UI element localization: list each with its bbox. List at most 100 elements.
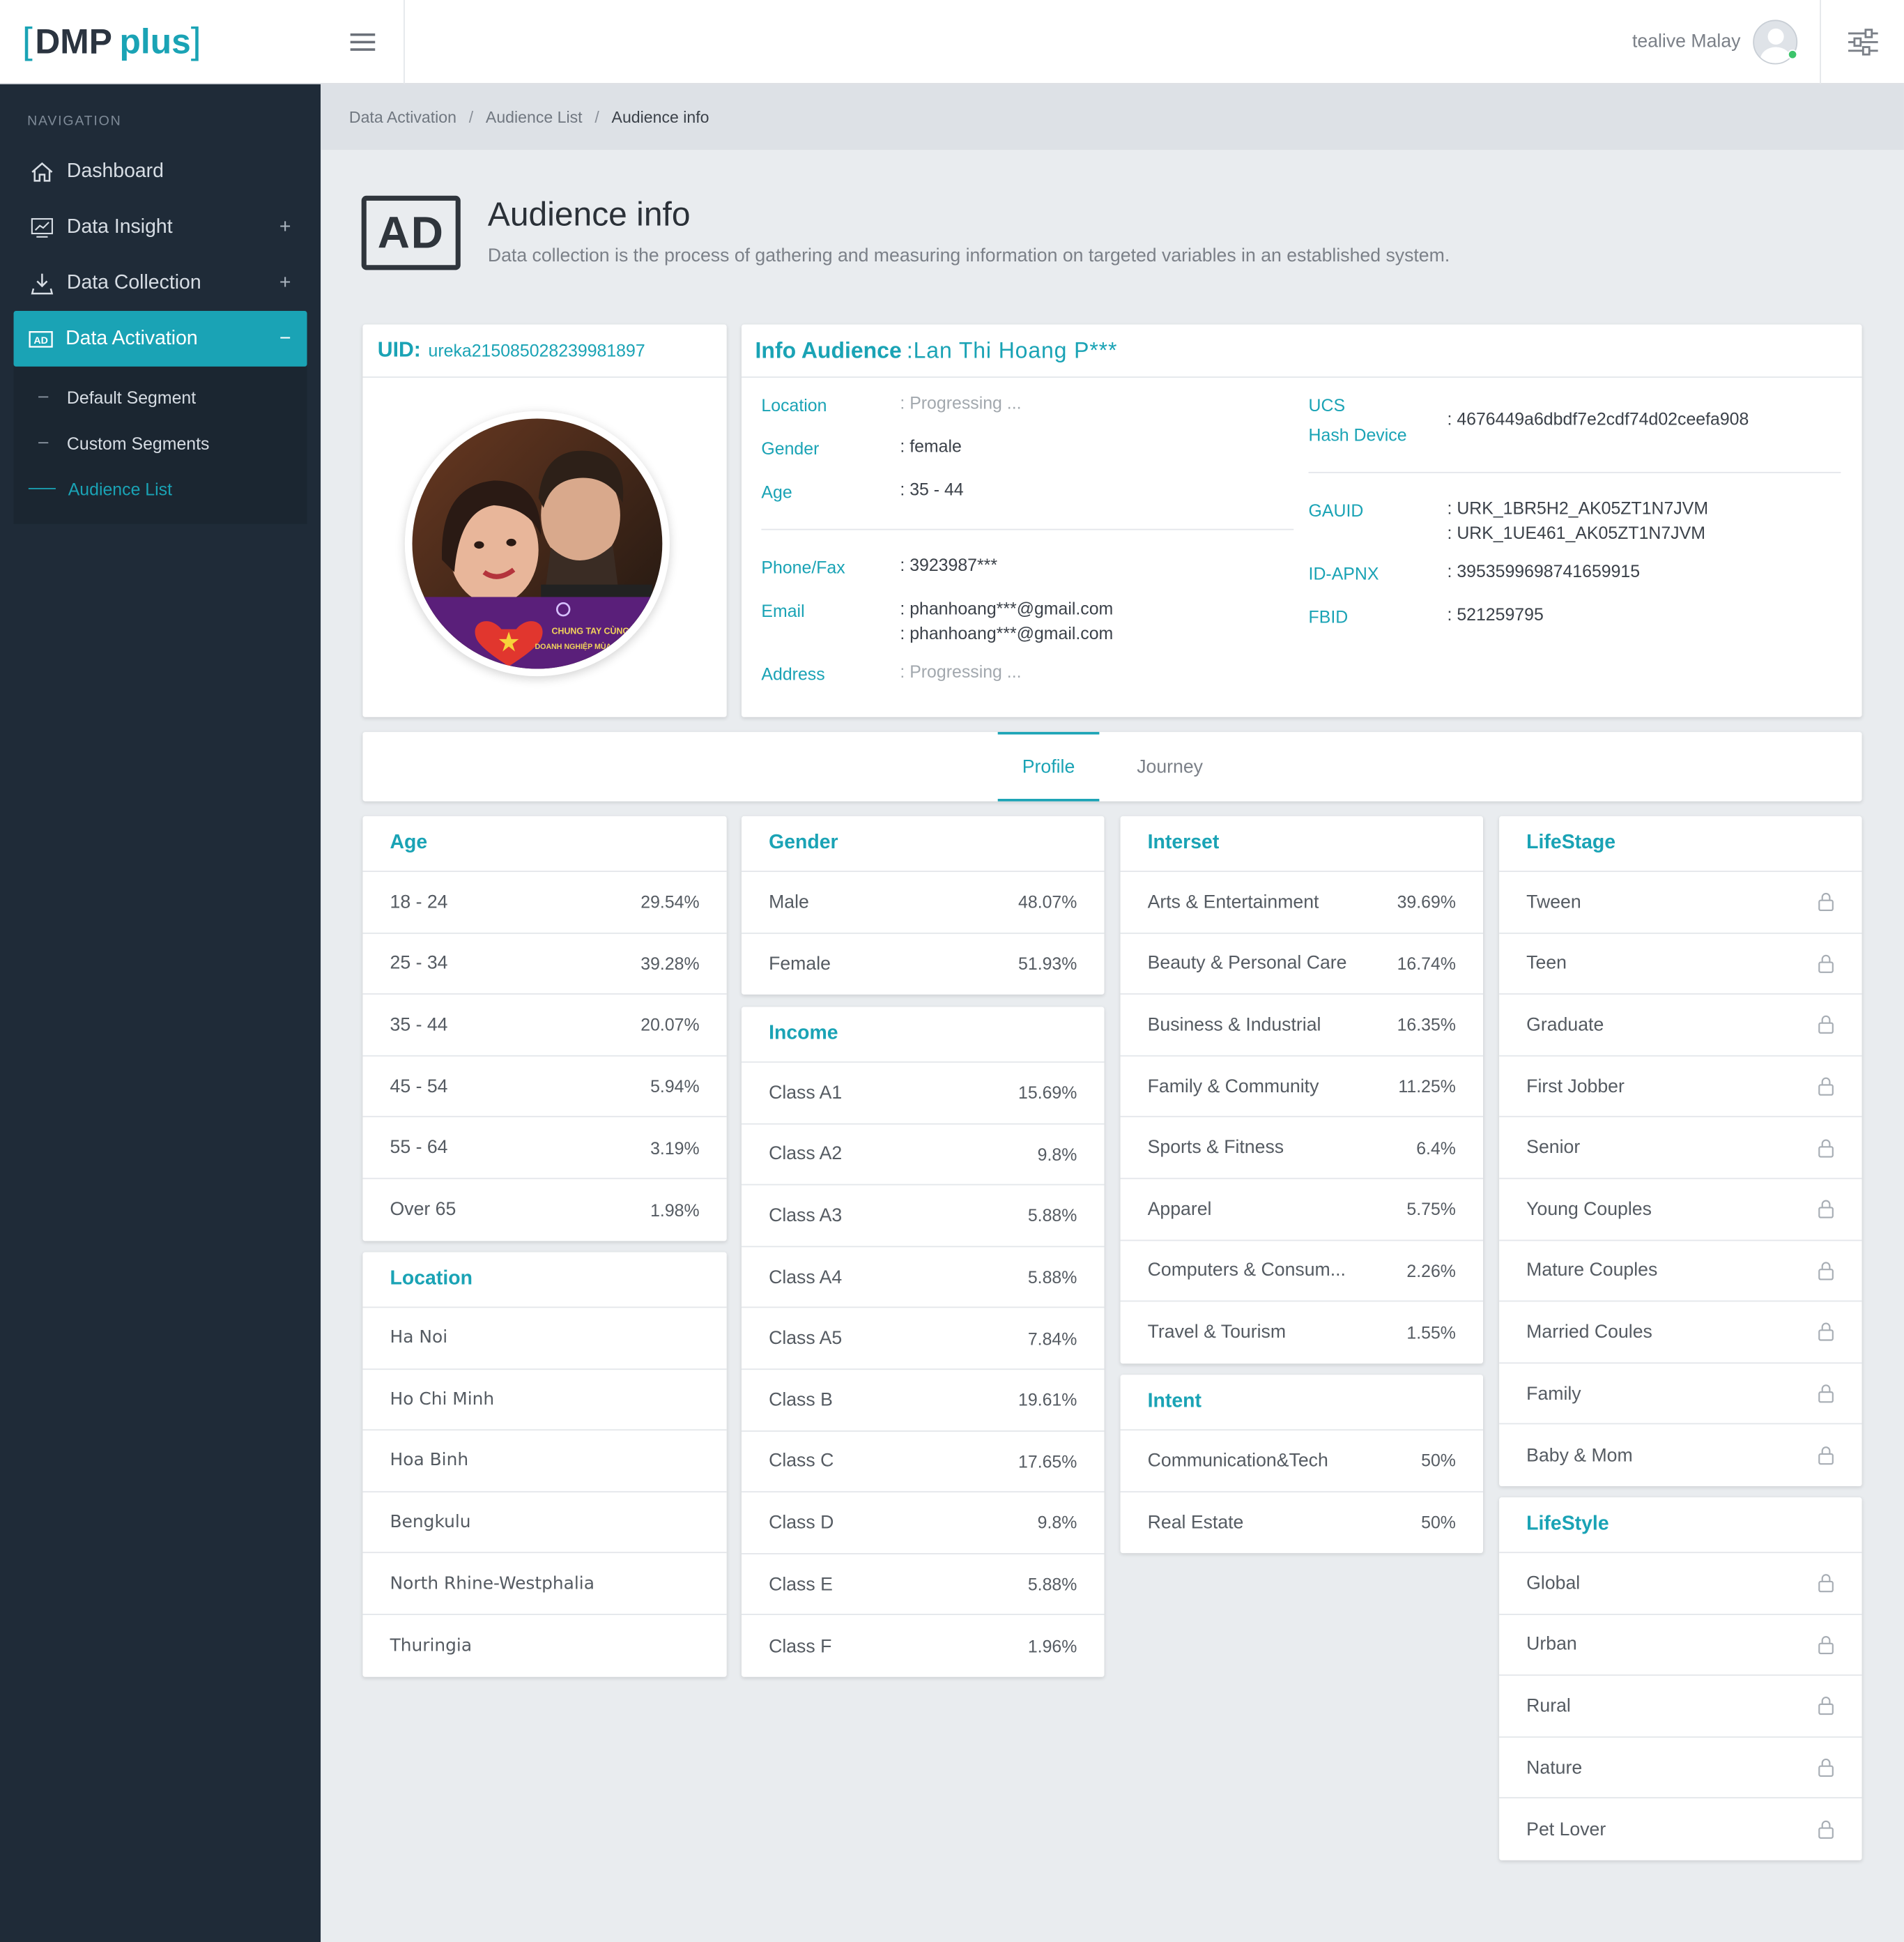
lock-icon	[1818, 1322, 1835, 1342]
sidebar-item-label: Data Insight	[66, 216, 173, 238]
list-item[interactable]: First Jobber	[1499, 1056, 1862, 1118]
list-item[interactable]: Class A4 5.88%	[742, 1247, 1105, 1308]
list-item[interactable]: Class A5 7.84%	[742, 1308, 1105, 1370]
info-audience-name: :Lan Thi Hoang P***	[906, 337, 1118, 362]
list-item-label: Class F	[769, 1635, 832, 1657]
field-value-gauid-1: : URK_1BR5H2_AK05ZT1N7JVM	[1447, 498, 1709, 518]
list-item[interactable]: Ho Chi Minh	[362, 1369, 727, 1431]
list-item-value: 7.84%	[1027, 1328, 1077, 1349]
list-item[interactable]: Family	[1499, 1363, 1862, 1425]
sidebar-item-data-insight[interactable]: Data Insight +	[0, 199, 321, 255]
photo-caption-1: CHUNG TAY CÙNG	[552, 626, 630, 636]
list-item[interactable]: Sports & Fitness 6.4%	[1120, 1117, 1484, 1179]
list-item[interactable]: 25 - 34 39.28%	[362, 933, 727, 995]
list-item-label: Class A5	[769, 1328, 843, 1350]
list-item-value: 5.94%	[650, 1076, 700, 1096]
list-item[interactable]: Communication&Tech 50%	[1120, 1430, 1484, 1492]
list-item[interactable]: 45 - 54 5.94%	[362, 1056, 727, 1118]
list-item[interactable]: Class F 1.96%	[742, 1616, 1104, 1677]
breadcrumb-item[interactable]: Audience List	[486, 108, 583, 127]
list-item-value: 1.55%	[1406, 1322, 1456, 1343]
field-label-address: Address	[761, 664, 825, 684]
list-item[interactable]: 18 - 24 29.54%	[362, 872, 727, 933]
list-item[interactable]: Graduate	[1499, 995, 1862, 1057]
subnav-item-default-segment[interactable]: Default Segment	[14, 374, 307, 420]
list-item[interactable]: Bengkulu	[362, 1492, 727, 1554]
list-item[interactable]: Over 65 1.98%	[362, 1179, 726, 1240]
list-item[interactable]: Business & Industrial 16.35%	[1120, 995, 1484, 1057]
list-item[interactable]: Class E 5.88%	[742, 1554, 1105, 1616]
settings-button[interactable]	[1820, 0, 1904, 84]
field-label-gender: Gender	[761, 438, 820, 459]
list-item-label: Computers & Consum...	[1147, 1260, 1346, 1281]
breadcrumb-item[interactable]: Data Activation	[349, 108, 456, 127]
logo[interactable]: [ DMP plus ]	[0, 0, 321, 84]
expand-icon[interactable]: +	[279, 216, 291, 238]
list-item[interactable]: Computers & Consum... 2.26%	[1120, 1241, 1484, 1302]
list-item[interactable]: Nature	[1499, 1737, 1862, 1799]
list-item-label: Global	[1526, 1573, 1581, 1594]
list-item-value: 39.69%	[1397, 892, 1456, 912]
list-item[interactable]: Teen	[1499, 933, 1862, 995]
ad-icon: AD	[29, 326, 54, 351]
list-item-label: Family & Community	[1147, 1076, 1319, 1097]
list-item[interactable]: Real Estate 50%	[1121, 1492, 1483, 1553]
list-item-label: Business & Industrial	[1147, 1014, 1321, 1036]
sidebar-item-data-activation[interactable]: AD Data Activation −	[13, 310, 307, 367]
list-item[interactable]: 35 - 44 20.07%	[362, 995, 727, 1057]
list-item[interactable]: Urban	[1499, 1614, 1862, 1676]
list-item-label: North Rhine-Westphalia	[390, 1573, 594, 1594]
subnav-item-audience-list[interactable]: Audience List	[14, 466, 307, 512]
menu-toggle-button[interactable]	[321, 0, 405, 84]
list-item-label: Class A1	[769, 1082, 843, 1103]
list-item-value: 5.88%	[1027, 1267, 1077, 1287]
field-label-ucs: UCS	[1308, 395, 1346, 415]
list-item-value: 50%	[1421, 1513, 1456, 1533]
list-item-value: 20.07%	[640, 1015, 700, 1035]
list-item[interactable]: Mature Couples	[1499, 1241, 1862, 1302]
list-item[interactable]: Arts & Entertainment 39.69%	[1120, 872, 1484, 933]
list-item[interactable]: Class A2 9.8%	[742, 1124, 1105, 1186]
tab-journey[interactable]: Journey	[1121, 732, 1220, 802]
list-item[interactable]: Thuringia	[362, 1615, 726, 1676]
list-item-value: 48.07%	[1018, 892, 1077, 912]
list-item-label: 55 - 64	[390, 1137, 448, 1159]
list-item[interactable]: Class C 17.65%	[742, 1431, 1105, 1493]
list-item[interactable]: Young Couples	[1499, 1179, 1862, 1241]
list-item[interactable]: Rural	[1499, 1676, 1862, 1738]
list-item[interactable]: Class A1 15.69%	[742, 1062, 1105, 1124]
list-item[interactable]: Ha Noi	[362, 1308, 727, 1370]
tab-profile[interactable]: Profile	[997, 732, 1100, 802]
list-item[interactable]: North Rhine-Westphalia	[362, 1554, 727, 1615]
list-item-label: Male	[769, 891, 809, 913]
list-item[interactable]: Class B 19.61%	[742, 1370, 1105, 1432]
list-item[interactable]: Senior	[1499, 1117, 1862, 1179]
lifestage-card: LifeStage Tween Teen Graduate First Jobber S…	[1499, 816, 1862, 1487]
list-item[interactable]: Married Coules	[1499, 1302, 1862, 1363]
list-item[interactable]: Beauty & Personal Care 16.74%	[1120, 933, 1484, 995]
list-item[interactable]: 55 - 64 3.19%	[362, 1117, 727, 1179]
collapse-icon[interactable]: −	[279, 328, 291, 350]
list-item[interactable]: Pet Lover	[1499, 1799, 1861, 1860]
sidebar-item-data-collection[interactable]: Data Collection +	[0, 255, 321, 311]
sidebar-item-dashboard[interactable]: Dashboard	[0, 144, 321, 199]
list-item[interactable]: Female 51.93%	[742, 933, 1104, 995]
list-item-value: 3.19%	[650, 1138, 700, 1158]
list-item[interactable]: Travel & Tourism 1.55%	[1121, 1302, 1483, 1363]
list-item[interactable]: Class A3 5.88%	[742, 1186, 1105, 1247]
list-item[interactable]: Male 48.07%	[742, 872, 1105, 933]
list-item[interactable]: Class D 9.8%	[742, 1492, 1105, 1554]
list-item[interactable]: Tween	[1499, 872, 1862, 933]
subnav-item-custom-segments[interactable]: Custom Segments	[14, 420, 307, 466]
list-item[interactable]: Apparel 5.75%	[1120, 1179, 1484, 1241]
list-item[interactable]: Family & Community 11.25%	[1120, 1056, 1484, 1118]
list-item[interactable]: Baby & Mom	[1499, 1425, 1861, 1486]
list-item[interactable]: Global	[1499, 1553, 1862, 1615]
lock-icon	[1818, 1384, 1835, 1403]
user-name[interactable]: tealive Malay	[1632, 31, 1741, 52]
lifestage-rows: Tween Teen Graduate First Jobber Senior Young…	[1499, 872, 1862, 1486]
expand-icon[interactable]: +	[279, 272, 291, 294]
list-item-label: Bengkulu	[390, 1512, 471, 1533]
list-item-label: Tween	[1526, 891, 1581, 913]
list-item[interactable]: Hoa Binh	[362, 1431, 727, 1492]
